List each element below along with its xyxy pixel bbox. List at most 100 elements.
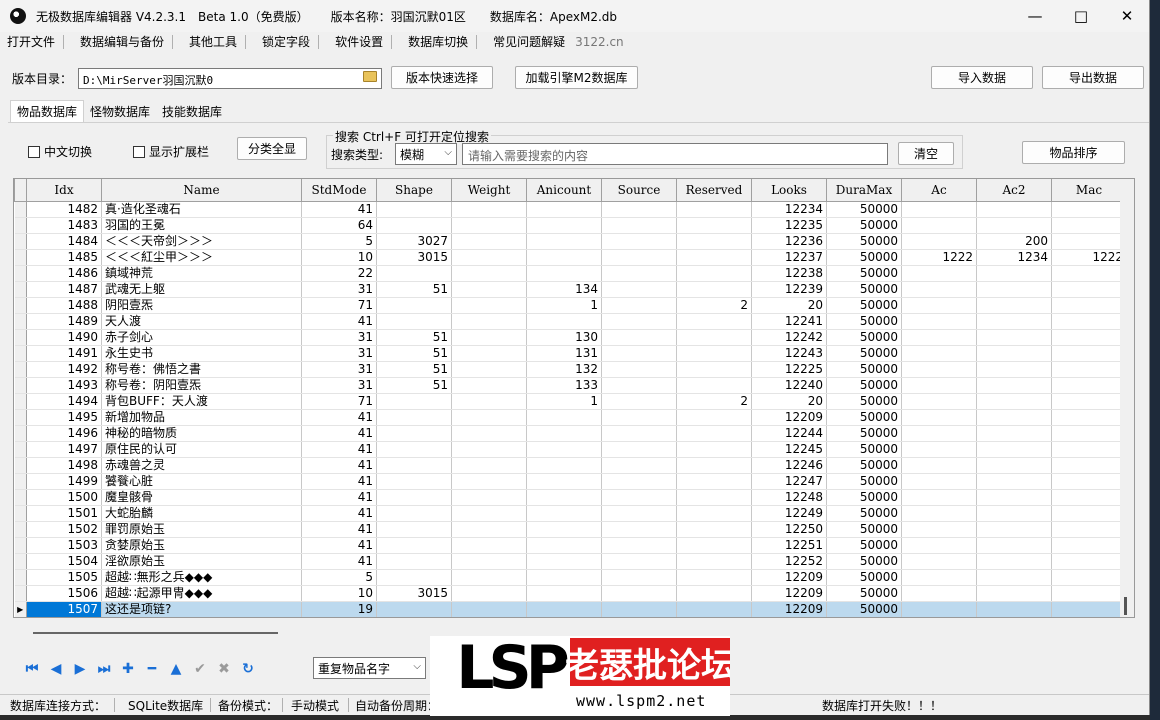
table-row[interactable]: 1504 淫欲原始玉 41 12252 50000 (14, 553, 1127, 570)
cell-ac[interactable] (901, 281, 977, 298)
cell-weight[interactable] (451, 601, 527, 617)
cell-shape[interactable]: 51 (376, 345, 452, 362)
column-header-duramax[interactable]: DuraMax (826, 179, 902, 202)
cell-idx[interactable]: 1494 (26, 393, 102, 410)
cell-idx[interactable]: 1506 (26, 585, 102, 602)
cell-anicount[interactable] (526, 601, 602, 617)
cell-ac2[interactable] (976, 313, 1052, 330)
cell-source[interactable] (601, 521, 677, 538)
load-engine-db-button[interactable]: 加载引擎M2数据库 (515, 66, 638, 89)
cell-anicount[interactable] (526, 425, 602, 442)
cell-stdmode[interactable]: 41 (301, 313, 377, 330)
cell-shape[interactable] (376, 537, 452, 554)
cell-anicount[interactable] (526, 569, 602, 586)
cell-source[interactable] (601, 569, 677, 586)
cell-name[interactable]: 称号卷：佛悟之書 (101, 361, 302, 378)
cell-looks[interactable]: 12245 (751, 441, 827, 458)
row-indicator[interactable] (14, 569, 27, 586)
cell-weight[interactable] (451, 553, 527, 570)
row-indicator[interactable] (14, 505, 27, 522)
row-indicator[interactable] (14, 409, 27, 426)
table-row[interactable]: 1494 背包BUFF：天人渡 71 1 2 20 50000 (14, 393, 1127, 410)
row-indicator[interactable] (14, 233, 27, 250)
cell-idx[interactable]: 1492 (26, 361, 102, 378)
cell-reserved[interactable] (676, 457, 752, 474)
cell-stdmode[interactable]: 10 (301, 585, 377, 602)
cell-ac2[interactable] (976, 585, 1052, 602)
table-row[interactable]: 1491 永生史书 31 51 131 12243 50000 (14, 345, 1127, 362)
cell-weight[interactable] (451, 489, 527, 506)
duplicate-name-select[interactable]: 重复物品名字 ⌵ (313, 657, 426, 679)
cell-looks[interactable]: 12236 (751, 233, 827, 250)
minimize-icon[interactable]: — (1012, 0, 1058, 32)
cell-source[interactable] (601, 377, 677, 394)
cell-ac2[interactable] (976, 537, 1052, 554)
menu-lock-fields[interactable]: 锁定字段 (254, 35, 320, 49)
cell-duramax[interactable]: 50000 (826, 425, 902, 442)
cell-weight[interactable] (451, 217, 527, 234)
cell-shape[interactable]: 51 (376, 329, 452, 346)
cell-shape[interactable] (376, 521, 452, 538)
cell-source[interactable] (601, 425, 677, 442)
close-icon[interactable]: ✕ (1104, 0, 1149, 32)
cell-name[interactable]: ＜＜＜天帝剑＞＞＞ (101, 233, 302, 250)
cell-source[interactable] (601, 249, 677, 266)
cell-name[interactable]: 鎮域神荒 (101, 265, 302, 282)
cell-reserved[interactable] (676, 249, 752, 266)
cell-stdmode[interactable]: 31 (301, 361, 377, 378)
cell-anicount[interactable]: 132 (526, 361, 602, 378)
cell-name[interactable]: 新增加物品 (101, 409, 302, 426)
cell-shape[interactable] (376, 265, 452, 282)
cell-duramax[interactable]: 50000 (826, 441, 902, 458)
cell-stdmode[interactable]: 64 (301, 217, 377, 234)
cell-source[interactable] (601, 313, 677, 330)
cell-shape[interactable] (376, 201, 452, 218)
cell-ac2[interactable] (976, 553, 1052, 570)
cell-duramax[interactable]: 50000 (826, 585, 902, 602)
cell-weight[interactable] (451, 201, 527, 218)
cell-stdmode[interactable]: 31 (301, 329, 377, 346)
cell-name[interactable]: ＜＜＜紅尘甲＞＞＞ (101, 249, 302, 266)
cell-source[interactable] (601, 409, 677, 426)
cell-shape[interactable] (376, 217, 452, 234)
table-row[interactable]: 1501 大蛇胎麟 41 12249 50000 (14, 505, 1127, 522)
cell-duramax[interactable]: 50000 (826, 217, 902, 234)
column-header-idx[interactable]: Idx (26, 179, 102, 202)
cell-ac[interactable] (901, 457, 977, 474)
row-indicator[interactable] (14, 441, 27, 458)
cell-ac2[interactable] (976, 521, 1052, 538)
cell-duramax[interactable]: 50000 (826, 361, 902, 378)
cell-looks[interactable]: 20 (751, 393, 827, 410)
cell-shape[interactable] (376, 409, 452, 426)
table-row[interactable]: 1496 神秘的暗物质 41 12244 50000 (14, 425, 1127, 442)
cell-anicount[interactable] (526, 537, 602, 554)
cell-looks[interactable]: 12247 (751, 473, 827, 490)
cell-name[interactable]: 背包BUFF：天人渡 (101, 393, 302, 410)
cell-duramax[interactable]: 50000 (826, 393, 902, 410)
cell-anicount[interactable]: 130 (526, 329, 602, 346)
cell-looks[interactable]: 12239 (751, 281, 827, 298)
cell-name[interactable]: 原住民的认可 (101, 441, 302, 458)
cell-mac[interactable] (1051, 601, 1127, 617)
scroll-thumb[interactable] (33, 632, 278, 634)
cell-ac[interactable] (901, 553, 977, 570)
cell-stdmode[interactable]: 22 (301, 265, 377, 282)
cell-looks[interactable]: 12237 (751, 249, 827, 266)
cell-name[interactable]: 羽国的王冕 (101, 217, 302, 234)
cell-ac[interactable] (901, 217, 977, 234)
cell-stdmode[interactable]: 41 (301, 489, 377, 506)
cell-mac[interactable] (1051, 377, 1127, 394)
cell-idx[interactable]: 1496 (26, 425, 102, 442)
cell-weight[interactable] (451, 361, 527, 378)
cell-name[interactable]: 真·造化圣魂石 (101, 201, 302, 218)
cell-mac[interactable] (1051, 457, 1127, 474)
cell-ac[interactable] (901, 489, 977, 506)
cell-duramax[interactable]: 50000 (826, 377, 902, 394)
cell-stdmode[interactable]: 31 (301, 345, 377, 362)
cell-anicount[interactable] (526, 585, 602, 602)
row-indicator[interactable] (14, 489, 27, 506)
cell-mac[interactable] (1051, 569, 1127, 586)
table-row[interactable]: 1482 真·造化圣魂石 41 12234 50000 (14, 201, 1127, 218)
cell-ac[interactable] (901, 537, 977, 554)
cell-ac2[interactable] (976, 473, 1052, 490)
